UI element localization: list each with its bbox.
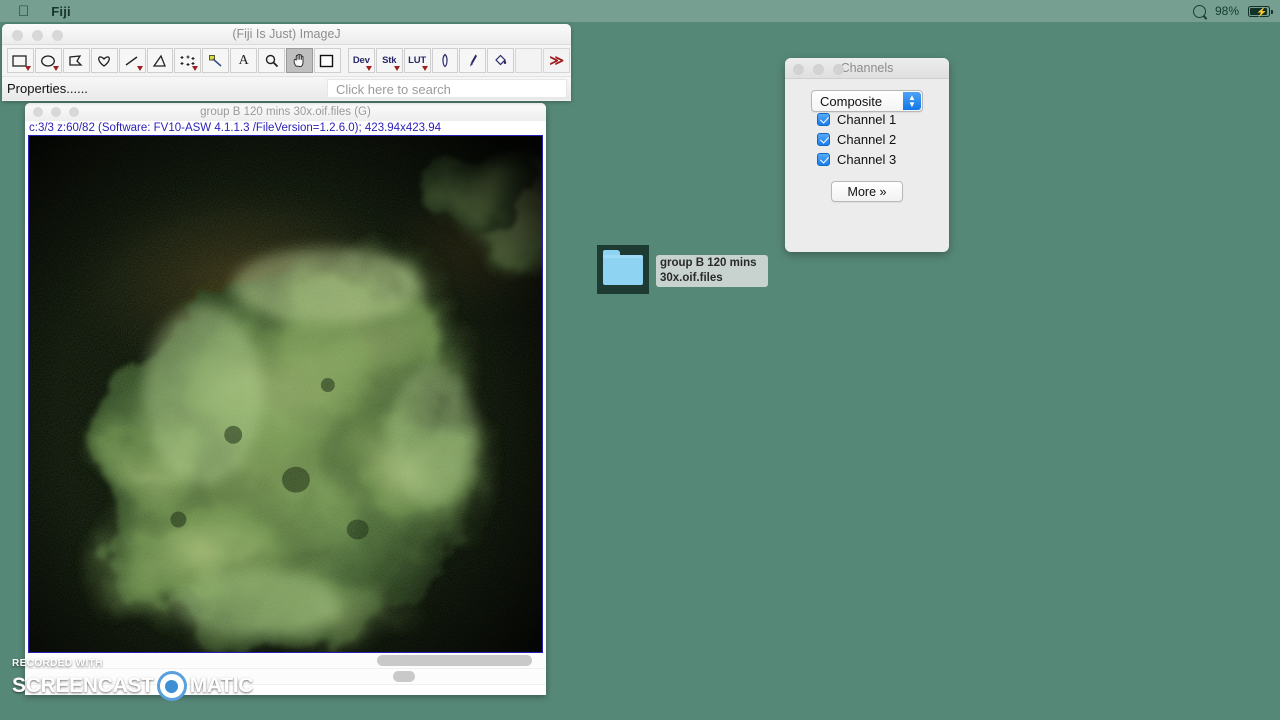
close-button[interactable] — [12, 30, 23, 41]
channels-body: Composite ▲ ▼ Channel 1 Channel 2 Channe… — [785, 79, 949, 202]
oval-tool-dropdown-icon[interactable] — [52, 66, 59, 71]
polygon-tool[interactable] — [62, 48, 90, 73]
line-tool-dropdown-icon[interactable] — [136, 66, 143, 71]
status-message: Properties...... — [7, 81, 88, 96]
lut-menu-label: LUT — [408, 55, 427, 66]
watermark-line-2: SCREENCAST MATIC — [12, 671, 253, 701]
apple-icon[interactable]:  — [18, 4, 29, 19]
active-app-name: Fiji — [40, 3, 70, 19]
search-input[interactable]: Click here to search — [327, 79, 567, 98]
channel-2-row[interactable]: Channel 2 — [817, 132, 949, 147]
brush-tool[interactable] — [459, 48, 487, 73]
more-tools-label: ≫ — [549, 52, 564, 68]
fiji-status-bar: Properties...... Click here to search — [2, 76, 571, 100]
watermark-line-1: RECORDED WITH — [12, 658, 103, 669]
fiji-window-title: (Fiji Is Just) ImageJ — [232, 27, 341, 41]
display-mode-select[interactable]: Composite ▲ ▼ — [811, 90, 923, 112]
stack-menu-dropdown-icon[interactable] — [393, 66, 400, 71]
chevron-updown-icon[interactable]: ▲ ▼ — [903, 92, 921, 110]
channels-zoom-button[interactable] — [833, 64, 844, 75]
image-window[interactable]: group B 120 mins 30x.oif.files (G) c:3/3… — [25, 103, 546, 695]
minimize-button[interactable] — [32, 30, 43, 41]
image-zoom-button[interactable] — [69, 107, 79, 117]
color-picker-tool[interactable] — [313, 48, 341, 73]
menu-bar-status-items: 98% ⚡ — [1192, 4, 1273, 18]
channels-title-bar[interactable]: Channels — [785, 58, 949, 79]
line-tool[interactable] — [118, 48, 146, 73]
hand-tool[interactable] — [286, 48, 313, 73]
battery-charging-icon[interactable]: ⚡ — [1248, 5, 1273, 17]
oval-tool[interactable] — [34, 48, 62, 73]
channel-3-checkbox[interactable] — [817, 153, 830, 166]
folder-icon[interactable] — [597, 245, 649, 294]
screencast-o-matic-logo-icon — [156, 671, 187, 701]
empty-tool-slot[interactable] — [515, 48, 543, 73]
dev-menu-label: Dev — [352, 55, 370, 66]
watermark-brand-left: SCREENCAST — [12, 674, 154, 697]
channels-close-button[interactable] — [793, 64, 804, 75]
point-tool-dropdown-icon[interactable] — [192, 66, 199, 71]
magnifier-tool[interactable] — [258, 48, 286, 73]
zoom-button[interactable] — [52, 30, 63, 41]
desktop-icon-label: group B 120 mins 30x.oif.files — [656, 255, 768, 287]
dev-menu-button[interactable]: Dev — [347, 48, 375, 73]
microscopy-image — [29, 136, 542, 652]
channel-3-row[interactable]: Channel 3 — [817, 152, 949, 167]
screencast-o-matic-watermark: RECORDED WITH SCREENCAST MATIC — [12, 658, 253, 701]
freehand-tool[interactable] — [90, 48, 118, 73]
fiji-toolbar[interactable]: A Dev Stk LUT ≫ — [2, 45, 571, 76]
point-tool[interactable] — [174, 48, 202, 73]
chevron-down-icon: ▼ — [908, 100, 916, 109]
channel-1-label: Channel 1 — [837, 112, 897, 127]
lut-menu-dropdown-icon[interactable] — [421, 66, 428, 71]
macos-menu-bar:  Fiji 98% ⚡ — [0, 0, 1280, 22]
flood-fill-tool[interactable] — [487, 48, 515, 73]
text-tool[interactable]: A — [230, 48, 258, 73]
stack-menu-button[interactable]: Stk — [375, 48, 403, 73]
image-window-title-bar[interactable]: group B 120 mins 30x.oif.files (G) — [25, 103, 546, 121]
more-tools-button[interactable]: ≫ — [543, 48, 571, 73]
channel-2-checkbox[interactable] — [817, 133, 830, 146]
fiji-title-bar[interactable]: (Fiji Is Just) ImageJ — [2, 24, 571, 45]
channel-slider-knob[interactable] — [393, 671, 415, 682]
folder-glyph — [603, 249, 643, 285]
stack-menu-label: Stk — [382, 55, 397, 66]
text-tool-glyph: A — [238, 52, 249, 68]
image-minimize-button[interactable] — [51, 107, 61, 117]
image-canvas[interactable] — [28, 135, 543, 653]
channels-window[interactable]: Channels Composite ▲ ▼ Channel 1 Channel… — [785, 58, 949, 252]
wand-tool[interactable] — [202, 48, 230, 73]
channel-1-row[interactable]: Channel 1 — [817, 112, 949, 127]
channels-minimize-button[interactable] — [813, 64, 824, 75]
display-mode-value: Composite — [820, 93, 883, 109]
spotlight-search-icon[interactable] — [1192, 4, 1206, 18]
image-close-button[interactable] — [33, 107, 43, 117]
channels-window-title: Channels — [840, 61, 894, 75]
lut-menu-button[interactable]: LUT — [403, 48, 431, 73]
image-window-title: group B 120 mins 30x.oif.files (G) — [200, 106, 371, 118]
dev-menu-dropdown-icon[interactable] — [365, 66, 372, 71]
desktop-folder-item[interactable]: group B 120 mins 30x.oif.files — [597, 245, 782, 294]
battery-percent-label: 98% — [1214, 4, 1239, 18]
rectangle-tool[interactable] — [7, 48, 34, 73]
logo-dot — [165, 679, 179, 693]
channel-3-label: Channel 3 — [837, 152, 897, 167]
channel-2-label: Channel 2 — [837, 132, 897, 147]
more-button[interactable]: More » — [831, 181, 903, 202]
angle-tool[interactable] — [146, 48, 174, 73]
image-info-line: c:3/3 z:60/82 (Software: FV10-ASW 4.1.1.… — [25, 121, 546, 135]
fiji-main-window[interactable]: (Fiji Is Just) ImageJ A Dev Stk LUT ≫ Pr… — [2, 24, 571, 101]
watermark-brand-right: MATIC — [189, 674, 254, 697]
charging-bolt-icon: ⚡ — [1256, 6, 1268, 17]
z-slice-slider-knob[interactable] — [377, 655, 532, 666]
pencil-tool[interactable] — [431, 48, 459, 73]
channel-1-checkbox[interactable] — [817, 113, 830, 126]
rectangle-tool-dropdown-icon[interactable] — [24, 66, 31, 71]
